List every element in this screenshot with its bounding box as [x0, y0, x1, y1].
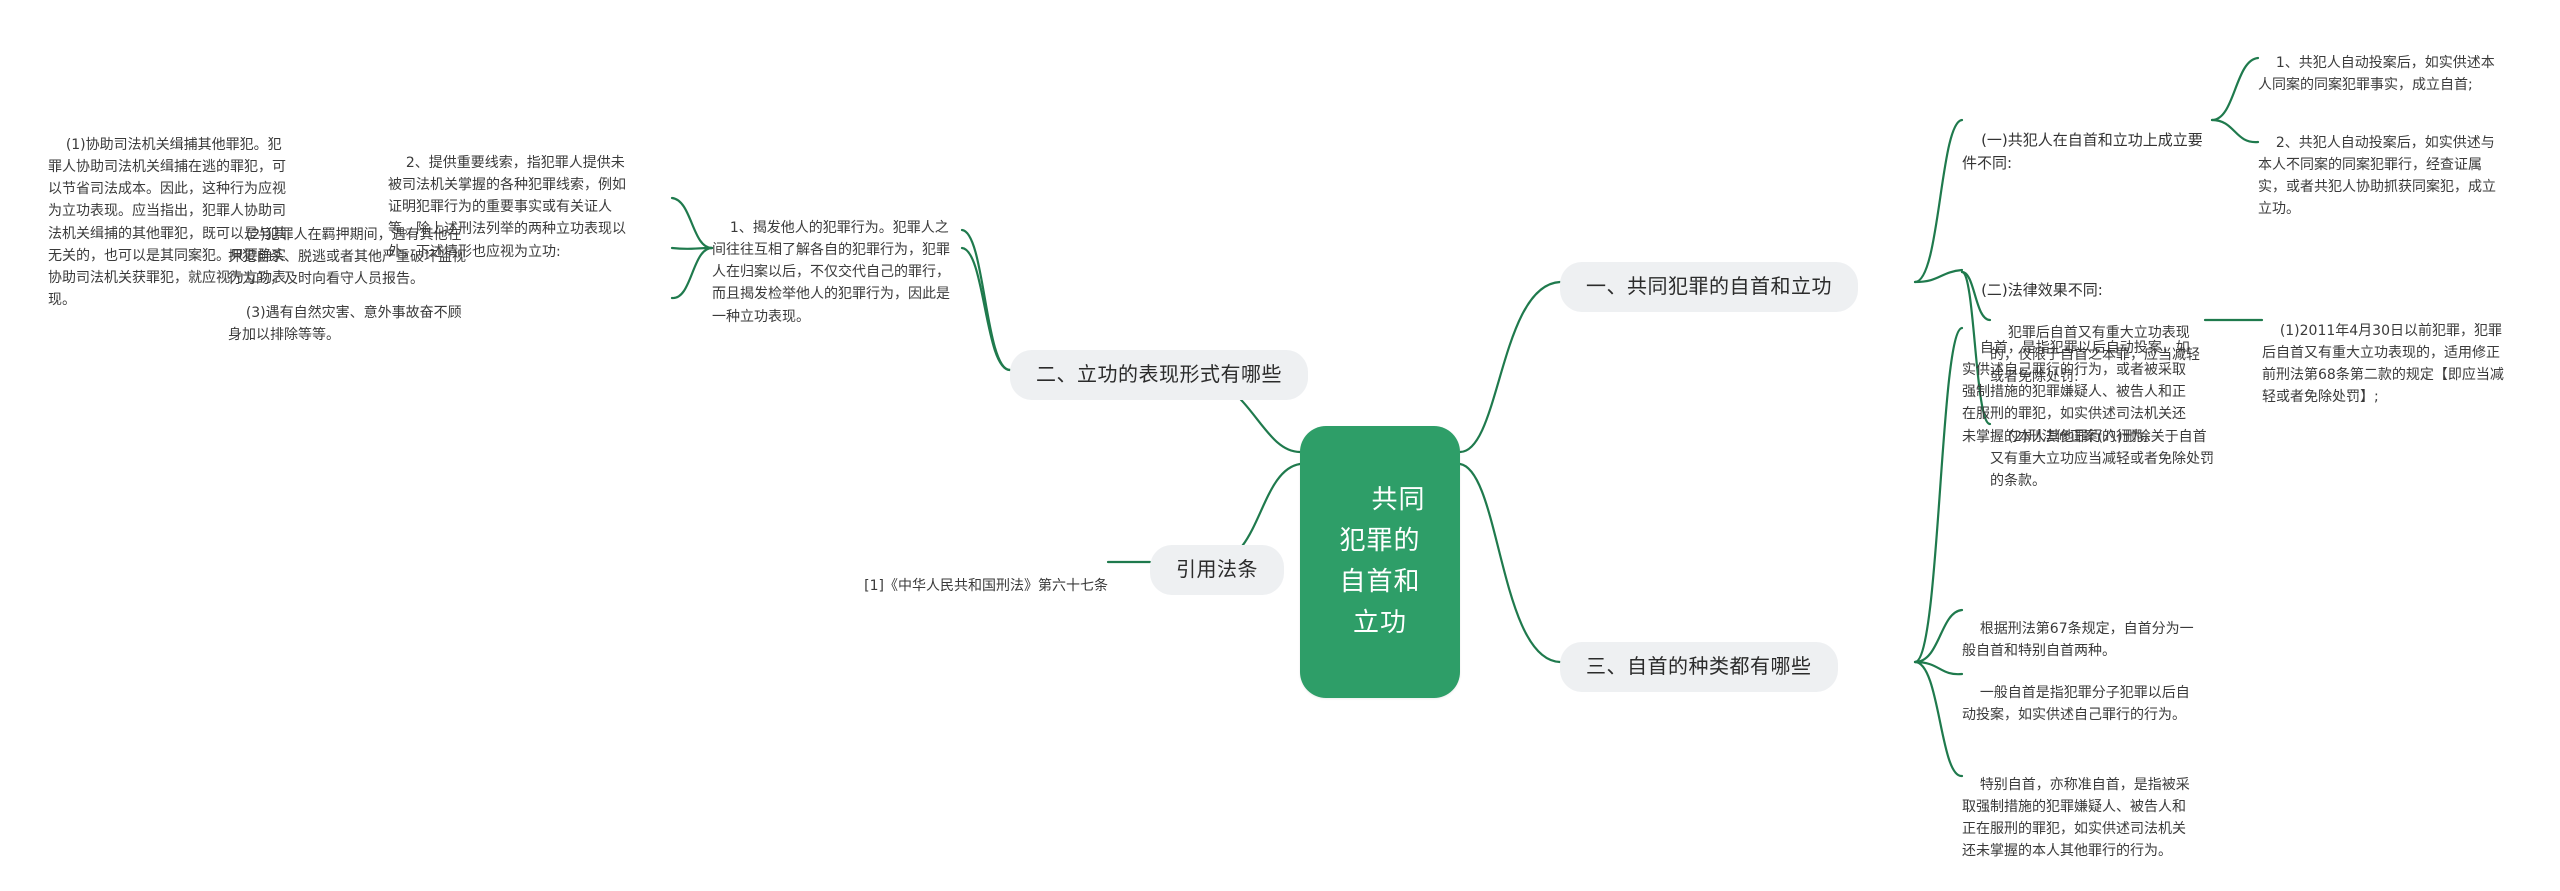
link-b1c1-d2 [2210, 118, 2260, 144]
link-b4-c1 [1913, 326, 1964, 664]
link-b1-c1 [1913, 118, 1964, 284]
link-b4-c2 [1913, 608, 1964, 664]
link-root-b1 [1458, 280, 1562, 454]
link-b2-c2 [960, 246, 1012, 372]
branch-4-child-4-label: 特别自首，亦称准自首，是指被采取强制措施的犯罪嫌疑人、被告人和正在服刑的罪犯，如… [1962, 777, 2190, 860]
link-b2-c1 [960, 228, 1012, 372]
link-root-b4 [1458, 462, 1562, 664]
branch-1-child-1-item-1-label: 1、共犯人自动投案后，如实供述本人同案的同案犯罪事实，成立自首; [2258, 55, 2495, 94]
branch-node-1[interactable]: 一、共同犯罪的自首和立功 [1560, 262, 1858, 312]
link-b4-c4 [1913, 660, 1964, 778]
branch-4-child-3-label: 一般自首是指犯罪分子犯罪以后自动投案，如实供述自己罪行的行为。 [1962, 685, 2190, 724]
root-label: 共同犯罪的自首和立功 [1339, 485, 1426, 639]
branch-4-child-1-label: 自首，是指犯罪以后自动投案，如实供述自己罪行的行为，或者被采取强制措施的犯罪嫌疑… [1962, 340, 2190, 445]
branch-4-child-1[interactable]: 自首，是指犯罪以后自动投案，如实供述自己罪行的行为，或者被采取强制措施的犯罪嫌疑… [1962, 315, 2194, 470]
branch-2-label: 二、立功的表现形式有哪些 [1036, 362, 1282, 386]
link-b4-c3 [1913, 660, 1964, 676]
branch-1-child-1-item-2[interactable]: 2、共犯人自动投案后，如实供述与本人不同案的同案犯罪行，经查证属实，或者共犯人协… [2258, 110, 2508, 243]
branch-1-child-2-item-1-sub-1-label: (1)2011年4月30日以前犯罪，犯罪后自首又有重大立功表现的，适用修正前刑法… [2262, 323, 2504, 406]
branch-2-child-1[interactable]: 1、揭发他人的犯罪行为。犯罪人之间往往互相了解各自的犯罪行为，犯罪人在归案以后，… [712, 195, 962, 350]
link-b2c2-d3 [670, 246, 714, 300]
branch-1-child-1-item-1[interactable]: 1、共犯人自动投案后，如实供述本人同案的同案犯罪事实，成立自首; [2258, 30, 2508, 118]
branch-4-child-2-label: 根据刑法第67条规定，自首分为一般自首和特别自首两种。 [1962, 621, 2194, 660]
branch-node-3[interactable]: 引用法条 [1150, 545, 1284, 595]
branch-2-child-2-item-3[interactable]: (3)遇有自然灾害、意外事故奋不顾身加以排除等等。 [228, 280, 466, 368]
branch-3-child-1[interactable]: [1]《中华人民共和国刑法》第六十七条 [836, 553, 1108, 619]
branch-4-child-3[interactable]: 一般自首是指犯罪分子犯罪以后自动投案，如实供述自己罪行的行为。 [1962, 660, 2194, 748]
branch-2-child-1-label: 1、揭发他人的犯罪行为。犯罪人之间往往互相了解各自的犯罪行为，犯罪人在归案以后，… [712, 220, 950, 325]
branch-1-child-2-item-1-sub-1[interactable]: (1)2011年4月30日以前犯罪，犯罪后自首又有重大立功表现的，适用修正前刑法… [2262, 298, 2512, 431]
branch-1-child-1[interactable]: (一)共犯人在自首和立功上成立要件不同: [1962, 105, 2212, 200]
branch-1-child-1-label: (一)共犯人在自首和立功上成立要件不同: [1962, 130, 2203, 173]
link-b2c2-d1 [670, 196, 714, 250]
link-b1c1-d1 [2210, 56, 2260, 122]
branch-1-child-2-label: (二)法律效果不同: [1981, 280, 2103, 299]
link-b2c2-d2 [670, 246, 714, 250]
branch-4-label: 三、自首的种类都有哪些 [1586, 654, 1812, 678]
branch-2-child-2-item-3-label: (3)遇有自然灾害、意外事故奋不顾身加以排除等等。 [228, 305, 462, 344]
branch-4-child-4[interactable]: 特别自首，亦称准自首，是指被采取强制措施的犯罪嫌疑人、被告人和正在服刑的罪犯，如… [1962, 752, 2194, 885]
branch-node-2[interactable]: 二、立功的表现形式有哪些 [1010, 350, 1308, 400]
branch-3-label: 引用法条 [1176, 557, 1258, 581]
branch-node-4[interactable]: 三、自首的种类都有哪些 [1560, 642, 1838, 692]
branch-1-child-1-item-2-label: 2、共犯人自动投案后，如实供述与本人不同案的同案犯罪行，经查证属实，或者共犯人协… [2258, 135, 2496, 218]
link-b1-c2 [1913, 268, 1964, 284]
mindmap-canvas: 共同犯罪的自首和立功 一、共同犯罪的自首和立功 (一)共犯人在自首和立功上成立要… [0, 0, 2560, 891]
root-node[interactable]: 共同犯罪的自首和立功 [1300, 426, 1460, 699]
branch-3-child-1-label: [1]《中华人民共和国刑法》第六十七条 [864, 578, 1108, 595]
branch-1-label: 一、共同犯罪的自首和立功 [1586, 274, 1832, 298]
branch-2-child-2-item-2-label: (2)犯罪人在羁押期间，遇有其他在押犯自杀、脱逃或者其他严重破坏监视行为的，及时… [228, 227, 466, 288]
